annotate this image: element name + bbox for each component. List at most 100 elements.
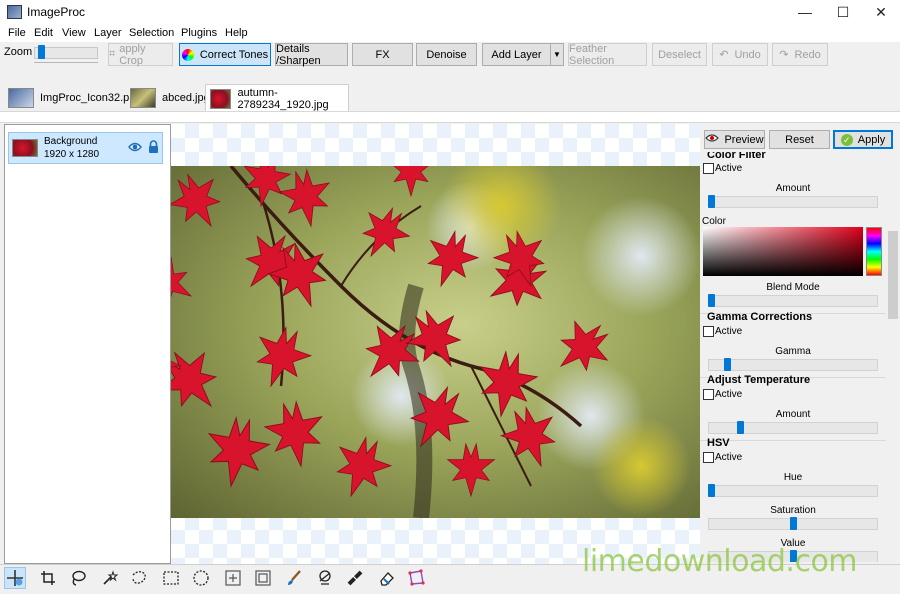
- crop-tool-icon[interactable]: [37, 567, 59, 589]
- menu-layer[interactable]: Layer: [94, 27, 122, 39]
- preview-label: Preview: [724, 133, 764, 146]
- tab-thumbnail: [130, 88, 156, 108]
- zoom-slider-thumb[interactable]: [37, 45, 45, 59]
- window-title: ImageProc: [27, 5, 86, 19]
- color-filter-title: Color Filter: [707, 152, 766, 161]
- temperature-active-checkbox[interactable]: [703, 389, 714, 400]
- transform-icon[interactable]: [222, 567, 244, 589]
- color-filter-active-checkbox[interactable]: [703, 163, 714, 174]
- maximize-button[interactable]: ☐: [824, 0, 862, 24]
- tab-thumbnail: [210, 88, 232, 109]
- layer-size: 1920 x 1280: [44, 149, 100, 160]
- eye-icon: [705, 133, 720, 146]
- eraser-icon[interactable]: [376, 567, 398, 589]
- hsv-active-checkbox[interactable]: [703, 452, 714, 463]
- color-filter-active-label: Active: [715, 163, 743, 174]
- canvas-image[interactable]: [171, 166, 700, 518]
- gamma-title: Gamma Corrections: [707, 311, 813, 323]
- blend-mode-slider[interactable]: [708, 295, 878, 307]
- menu-selection[interactable]: Selection: [129, 27, 174, 39]
- polygon-select-icon[interactable]: [405, 567, 427, 589]
- gamma-thumb[interactable]: [724, 358, 732, 371]
- tab-autumn[interactable]: autumn-2789234_1920.jpg: [205, 84, 349, 112]
- close-button[interactable]: ✕: [862, 0, 900, 24]
- hsv-title: HSV: [707, 437, 730, 449]
- apply-crop-button[interactable]: ⌗ apply Crop: [108, 43, 173, 67]
- menu-help[interactable]: Help: [225, 27, 248, 39]
- temperature-amount-thumb[interactable]: [737, 421, 745, 434]
- color-filter-color-label: Color: [702, 216, 726, 227]
- magic-lasso-icon[interactable]: [99, 567, 121, 589]
- healing-icon[interactable]: [344, 567, 366, 589]
- adjustments-scrollbar-thumb[interactable]: [888, 231, 898, 319]
- eye-icon[interactable]: [128, 141, 142, 156]
- tab-label: autumn-2789234_1920.jpg: [237, 86, 329, 111]
- ellipse-select-icon[interactable]: [190, 567, 212, 589]
- layer-name: Background: [44, 136, 98, 147]
- zoom-slider-baseline: [34, 62, 98, 63]
- add-layer-dropdown[interactable]: ▼: [550, 43, 564, 66]
- redo-button[interactable]: ↷ Redo: [772, 43, 828, 66]
- undo-button[interactable]: ↶ Undo: [712, 43, 768, 66]
- rect-select-icon[interactable]: [160, 567, 182, 589]
- chevron-down-icon: ▼: [553, 50, 561, 59]
- lasso-tool-icon[interactable]: [67, 567, 89, 589]
- gamma-active-label: Active: [715, 326, 743, 337]
- watermark: limedownload.com: [582, 544, 858, 579]
- details-sharpen-button[interactable]: Details /Sharpen: [275, 43, 348, 67]
- saturation-thumb[interactable]: [789, 517, 797, 530]
- redo-icon: ↷: [779, 49, 789, 61]
- temperature-amount-slider[interactable]: [708, 422, 878, 434]
- temperature-active-label: Active: [715, 389, 743, 400]
- hue-strip[interactable]: [866, 227, 882, 276]
- hue-label: Hue: [783, 472, 803, 483]
- layers-panel: [4, 124, 171, 564]
- tab-label: abced.jpg: [162, 92, 210, 104]
- color-wheel-icon: [181, 48, 194, 61]
- gamma-active-checkbox[interactable]: [703, 326, 714, 337]
- layer-thumbnail: [12, 139, 38, 157]
- tab-thumbnail: [8, 88, 34, 108]
- horizontal-ruler: [0, 111, 900, 123]
- adjustments-scrollbar[interactable]: [886, 152, 900, 562]
- resize-icon[interactable]: [252, 567, 274, 589]
- deselect-button[interactable]: Deselect: [652, 43, 707, 66]
- color-picker-gradient[interactable]: [703, 227, 863, 276]
- layer-item-background[interactable]: Background 1920 x 1280: [8, 132, 163, 164]
- color-filter-amount-slider[interactable]: [708, 196, 878, 208]
- minimize-button[interactable]: —: [786, 0, 824, 24]
- temperature-title: Adjust Temperature: [707, 374, 811, 386]
- correct-tones-button[interactable]: Correct Tones: [179, 43, 271, 66]
- apply-button[interactable]: ✓ Apply: [833, 130, 893, 149]
- blend-mode-thumb[interactable]: [708, 294, 715, 307]
- adjustments-scroll-area[interactable]: Color Filter Active Amount Color Blend M…: [700, 152, 886, 562]
- crop-icon: ⌗: [109, 48, 116, 60]
- redo-label: Redo: [794, 48, 821, 61]
- color-filter-amount-thumb[interactable]: [708, 195, 715, 208]
- menu-file[interactable]: File: [8, 27, 26, 39]
- temperature-amount-label: Amount: [775, 409, 811, 420]
- feather-selection-button[interactable]: Feather Selection: [568, 43, 647, 67]
- hue-slider[interactable]: [708, 485, 878, 497]
- move-tool-icon[interactable]: [4, 567, 26, 589]
- menu-plugins[interactable]: Plugins: [181, 27, 217, 39]
- freeform-select-icon[interactable]: [128, 567, 150, 589]
- apply-label: Apply: [857, 133, 886, 146]
- hue-thumb[interactable]: [708, 484, 715, 497]
- check-icon: ✓: [840, 133, 853, 146]
- menu-view[interactable]: View: [62, 27, 86, 39]
- fx-button[interactable]: FX: [352, 43, 413, 66]
- lock-icon[interactable]: [148, 140, 159, 157]
- reset-button[interactable]: Reset: [769, 130, 830, 149]
- brush-icon[interactable]: [283, 567, 305, 589]
- menu-edit[interactable]: Edit: [34, 27, 53, 39]
- tab-abced[interactable]: abced.jpg: [126, 84, 214, 112]
- add-layer-button[interactable]: Add Layer: [482, 43, 551, 66]
- denoise-button[interactable]: Denoise: [416, 43, 477, 66]
- tab-imgproc-icon[interactable]: ImgProc_Icon32.png: [4, 84, 146, 112]
- undo-label: Undo: [734, 48, 761, 61]
- preview-button[interactable]: Preview: [704, 130, 765, 149]
- zoom-label: Zoom: [4, 46, 33, 58]
- gamma-slider[interactable]: [708, 359, 878, 371]
- clone-stamp-icon[interactable]: [314, 567, 336, 589]
